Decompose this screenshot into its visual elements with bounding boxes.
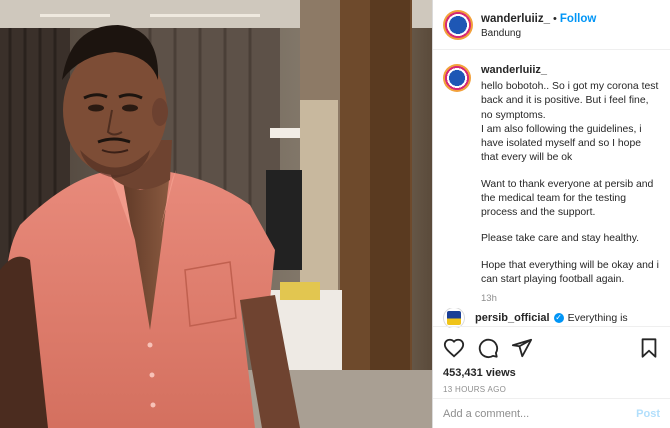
post-location[interactable]: Bandung — [481, 28, 596, 41]
post-header: wanderluiiz_ • Follow Bandung — [433, 0, 670, 50]
caption-paragraph: Please take care and stay healthy. — [481, 233, 640, 245]
post-video[interactable] — [0, 0, 432, 428]
caption-paragraph: hello bobotoh.. So i got my corona test … — [481, 81, 659, 121]
caption-paragraph: Hope that everything will be okay and i … — [481, 259, 659, 285]
verified-badge-icon: ✓ — [553, 313, 564, 323]
heart-icon[interactable] — [443, 337, 465, 359]
view-count[interactable]: 453,431 views — [443, 367, 660, 379]
caption-text: hello bobotoh.. So i got my corona test … — [481, 80, 660, 287]
post-actions: 453,431 views 13 HOURS AGO — [433, 326, 670, 394]
action-icons — [443, 335, 660, 361]
author-avatar[interactable] — [443, 9, 473, 40]
header-text: wanderluiiz_ • Follow Bandung — [481, 8, 596, 41]
persib-logo-icon — [447, 311, 461, 325]
header-separator: • — [553, 13, 557, 26]
caption-paragraph: I am also following the guidelines, i ha… — [481, 123, 642, 164]
caption-body: wanderluiiz_ hello bobotoh.. So i got my… — [481, 64, 660, 304]
bookmark-icon[interactable] — [638, 337, 660, 359]
comment-row: persib_official ✓ Everything is — [443, 308, 663, 328]
follow-button[interactable]: Follow — [560, 13, 596, 25]
commenter-avatar[interactable] — [443, 308, 465, 328]
instagram-post: wanderluiiz_ • Follow Bandung wanderluiiz_… — [0, 0, 670, 428]
author-username[interactable]: wanderluiiz_ — [481, 13, 550, 25]
share-icon[interactable] — [511, 337, 533, 359]
comment-username[interactable]: persib_official — [475, 312, 550, 324]
comment-icon[interactable] — [477, 337, 499, 359]
caption-avatar[interactable] — [443, 64, 471, 92]
caption-username[interactable]: wanderluiiz_ — [481, 64, 660, 76]
add-comment-bar: Post — [433, 398, 670, 428]
post-comment-button[interactable]: Post — [636, 408, 660, 420]
post-side-panel: wanderluiiz_ • Follow Bandung wanderluiiz_… — [432, 0, 670, 428]
comment-input[interactable] — [443, 407, 637, 420]
comment-text: Everything is — [567, 312, 628, 324]
caption-block: wanderluiiz_ hello bobotoh.. So i got my… — [433, 56, 670, 304]
caption-paragraph: Want to thank everyone at persib and the… — [481, 178, 654, 219]
post-timestamp[interactable]: 13 HOURS AGO — [443, 385, 660, 394]
video-frame-image — [0, 0, 432, 428]
caption-timestamp[interactable]: 13h — [481, 293, 660, 304]
